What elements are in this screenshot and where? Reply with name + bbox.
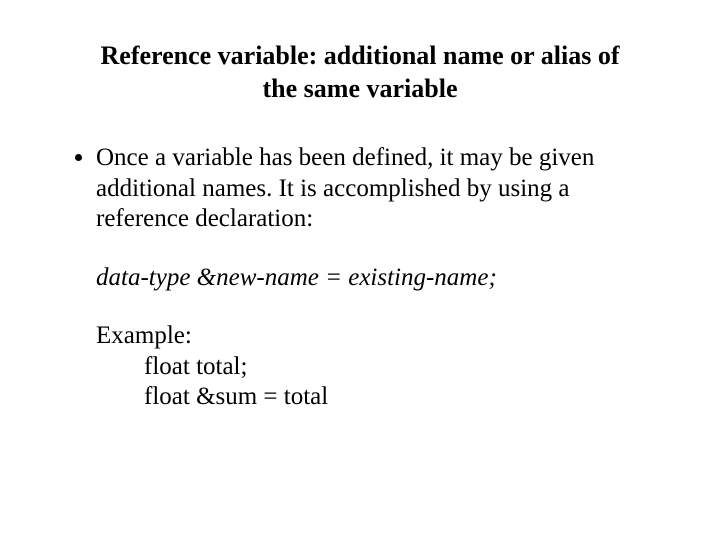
title-line-1: Reference variable: additional name or a…	[101, 41, 620, 70]
title-line-2: the same variable	[263, 74, 458, 103]
example-code-line-1: float total;	[144, 352, 660, 383]
slide: Reference variable: additional name or a…	[0, 0, 720, 540]
bullet-item: Once a variable has been defined, it may…	[96, 143, 660, 235]
syntax-line: data-type &new-name = existing-name;	[96, 263, 660, 294]
example-code-line-2: float &sum = total	[144, 382, 660, 413]
slide-title: Reference variable: additional name or a…	[80, 40, 640, 105]
example-label: Example:	[96, 321, 660, 352]
body-list: Once a variable has been defined, it may…	[60, 143, 660, 235]
